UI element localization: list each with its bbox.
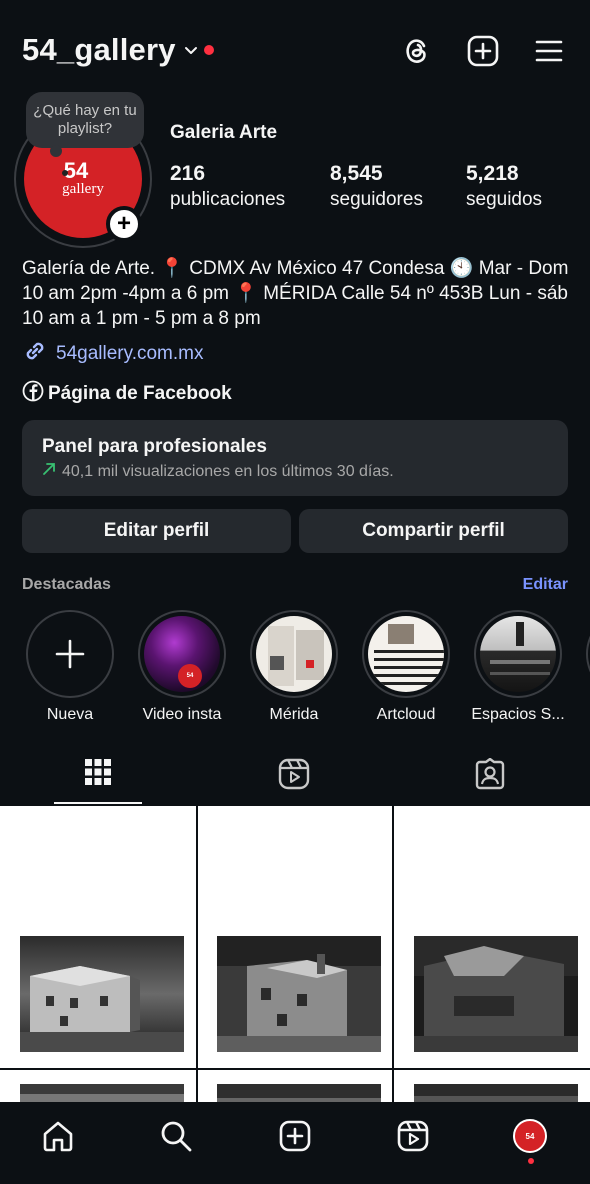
highlight-cover — [250, 610, 338, 698]
highlight-label: Mérida — [269, 706, 319, 723]
post-image — [217, 936, 381, 1052]
post-image — [414, 936, 578, 1052]
grid-divider — [196, 806, 198, 1106]
stat-posts-count: 216 — [170, 162, 206, 185]
tagged-tab-icon[interactable] — [474, 757, 505, 790]
post-thumbnail[interactable] — [0, 806, 196, 1106]
bottom-nav: 54 — [0, 1102, 590, 1184]
stat-posts-label: publicaciones — [170, 189, 286, 210]
create-post-icon[interactable] — [466, 34, 500, 68]
create-icon[interactable] — [277, 1118, 313, 1154]
add-story-icon[interactable]: + — [106, 206, 142, 242]
stat-followers-label: seguidores — [330, 189, 423, 210]
stat-followers-count: 8,545 — [330, 162, 383, 185]
highlight-partial[interactable]: T — [582, 610, 590, 724]
website-link-text: 54gallery.com.mx — [56, 343, 204, 364]
note-bubble[interactable]: ¿Qué hay en tu playlist? — [26, 92, 144, 157]
bio: Galería de Arte. 📍 CDMX Av México 47 Con… — [22, 258, 569, 329]
avatar-logo-word: gallery — [62, 181, 104, 197]
facebook-link[interactable]: Página de Facebook — [22, 380, 232, 408]
highlight-label: Nueva — [46, 706, 94, 723]
highlights-label: Destacadas — [22, 576, 111, 593]
highlight-artcloud[interactable]: Artcloud — [358, 610, 454, 724]
plus-icon — [55, 639, 85, 669]
avatar-dot — [62, 170, 68, 176]
grid-tab-icon[interactable] — [84, 758, 114, 788]
pro-panel-title: Panel para profesionales — [42, 436, 267, 457]
highlight-new[interactable]: Nueva — [22, 610, 118, 724]
facebook-link-text: Página de Facebook — [48, 383, 232, 404]
menu-icon[interactable] — [532, 34, 566, 68]
share-profile-button[interactable]: Compartir perfil — [299, 509, 568, 553]
post-thumbnail[interactable] — [394, 806, 590, 1106]
search-icon[interactable] — [158, 1118, 194, 1154]
grid-divider — [392, 806, 394, 1106]
grid-divider — [0, 1068, 590, 1070]
notification-dot — [203, 45, 214, 55]
home-icon[interactable] — [40, 1118, 76, 1154]
stat-followers[interactable]: 8,545 seguidores — [330, 162, 423, 211]
reels-icon[interactable] — [395, 1118, 431, 1154]
avatar: 54 — [513, 1119, 547, 1153]
profile-header: 54_gallery — [0, 0, 590, 100]
post-thumbnail[interactable] — [197, 806, 393, 1106]
stat-posts[interactable]: 216 publicaciones — [170, 162, 285, 211]
posts-grid — [0, 806, 590, 1106]
stat-following-label: seguidos — [466, 189, 543, 210]
professional-dashboard[interactable]: Panel para profesionales 40,1 mil visual… — [22, 420, 568, 496]
highlight-cover — [474, 610, 562, 698]
notification-dot — [528, 1158, 534, 1164]
highlight-label: Espacios S... — [471, 706, 565, 723]
highlight-label: Video insta — [142, 706, 222, 723]
highlight-label: T — [570, 706, 590, 724]
threads-icon[interactable] — [400, 34, 434, 68]
stat-following-count: 5,218 — [466, 162, 519, 185]
trend-up-icon — [42, 462, 56, 481]
highlight-new-circle — [26, 610, 114, 698]
full-name: Galeria Arte — [170, 122, 278, 143]
highlights-tray: Nueva 54 Video insta Mérida Artcloud Esp… — [22, 610, 590, 730]
edit-profile-button[interactable]: Editar perfil — [22, 509, 291, 553]
stat-following[interactable]: 5,218 seguidos — [466, 162, 542, 211]
pro-panel-views: 40,1 mil visualizaciones en los últimos … — [62, 462, 394, 480]
highlight-cover — [586, 610, 590, 698]
reels-tab-icon[interactable] — [278, 758, 310, 790]
highlight-espacios[interactable]: Espacios S... — [470, 610, 566, 724]
highlights-edit-button[interactable]: Editar — [523, 576, 568, 594]
highlight-video-insta[interactable]: 54 Video insta — [134, 610, 230, 724]
link-icon — [22, 338, 48, 370]
post-image — [20, 936, 184, 1052]
account-switcher[interactable]: 54_gallery — [22, 32, 214, 68]
profile-nav-avatar[interactable]: 54 — [512, 1118, 548, 1154]
username: 54_gallery — [22, 32, 176, 67]
profile-tabs — [0, 750, 590, 806]
active-tab-indicator — [54, 802, 142, 804]
highlight-merida[interactable]: Mérida — [246, 610, 342, 724]
pro-panel-subtitle: 40,1 mil visualizaciones en los últimos … — [42, 462, 548, 481]
website-link[interactable]: 54gallery.com.mx — [22, 338, 203, 370]
highlight-label: Artcloud — [376, 706, 436, 723]
facebook-icon — [22, 380, 44, 408]
highlight-cover — [362, 610, 450, 698]
chevron-down-icon — [184, 43, 198, 57]
highlight-cover: 54 — [138, 610, 226, 698]
